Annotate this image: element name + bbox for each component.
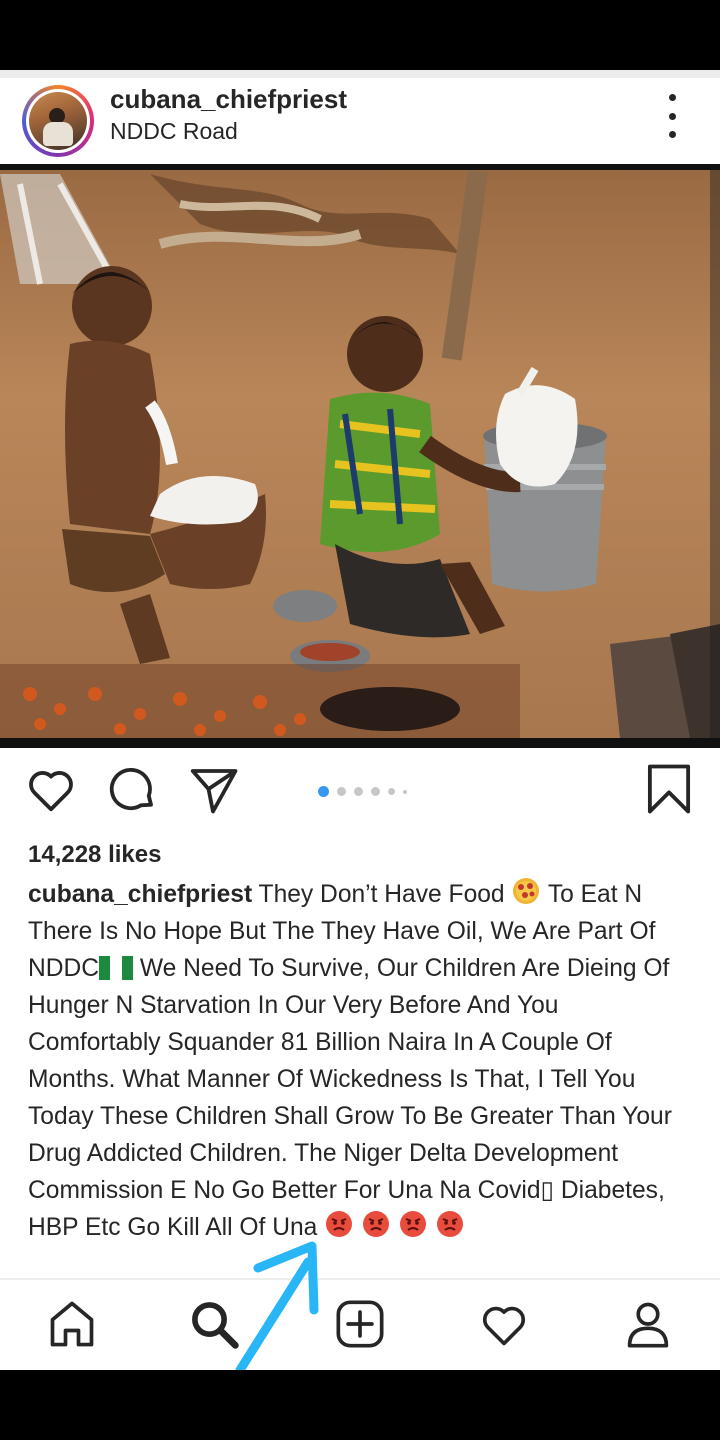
caption-text: They Don’t Have Food [258,881,505,908]
comment-icon[interactable] [106,762,160,816]
angry-face-icon [363,1211,389,1237]
top-divider [0,70,720,78]
carousel-dot-active [318,786,329,797]
avatar[interactable] [22,85,94,157]
photo-illustration [0,164,720,748]
more-vertical-icon[interactable] [660,94,684,138]
home-icon [50,1301,94,1347]
activity-heart-icon [482,1306,526,1346]
profile-icon [627,1302,669,1348]
status-bar-area [0,0,720,70]
caption-username[interactable]: cubana_chiefpriest [28,881,252,908]
send-icon[interactable] [186,762,240,816]
post-location[interactable]: NDDC Road [110,118,238,145]
bottom-navigation [0,1278,720,1370]
avatar-image [29,92,87,150]
post-header: cubana_chiefpriest NDDC Road [0,78,720,164]
carousel-dot [403,789,407,794]
pizza-emoji-icon [513,878,540,904]
caption-text: We Need To Survive, Our Children Are Die… [28,955,672,1241]
carousel-dot [354,787,363,796]
post-photo[interactable] [0,164,720,748]
nav-profile[interactable] [618,1294,678,1354]
carousel-dot [388,788,395,795]
angry-emojis [324,1211,465,1241]
nigeria-flag-icon [99,956,134,980]
nav-search[interactable] [184,1294,244,1354]
add-post-icon [336,1300,384,1348]
angry-face-icon [399,1211,426,1237]
instagram-post-screen: cubana_chiefpriest NDDC Road 14,228 like… [0,70,720,1370]
post-actions [0,762,720,828]
angry-face-icon [436,1211,463,1237]
angry-face-icon [326,1211,353,1237]
nav-home[interactable] [42,1294,102,1354]
system-navigation-bar [0,1370,720,1440]
post-caption: cubana_chiefpriest They Don’t Have Food … [28,876,696,1278]
heart-icon[interactable] [24,762,78,816]
carousel-dot [371,787,380,796]
carousel-indicator [318,786,407,797]
nav-new-post[interactable] [330,1294,390,1354]
likes-count[interactable]: 14,228 likes [28,841,161,869]
nav-activity[interactable] [474,1294,534,1354]
carousel-dot [337,787,346,796]
bookmark-icon[interactable] [644,762,694,816]
search-icon [192,1302,239,1349]
post-username[interactable]: cubana_chiefpriest [110,84,347,115]
